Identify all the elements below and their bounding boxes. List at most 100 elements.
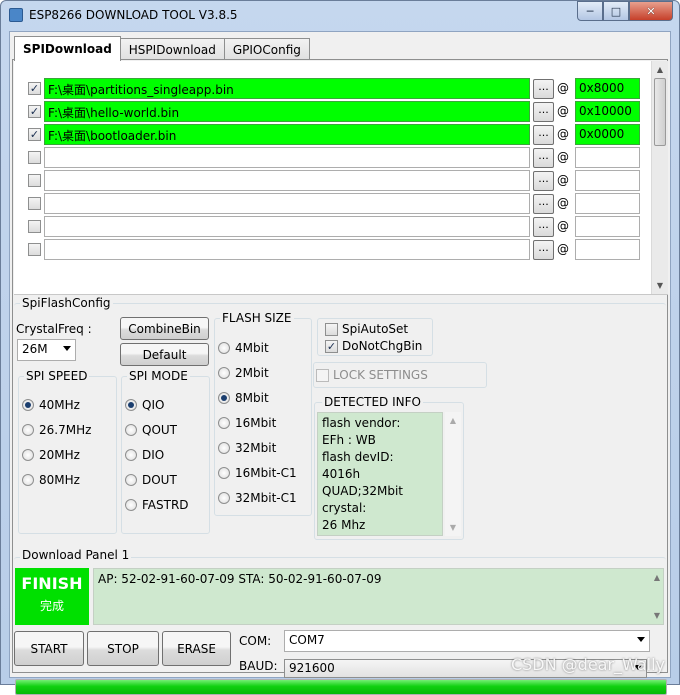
- address-input[interactable]: [575, 147, 640, 168]
- title-bar[interactable]: ESP8266 DOWNLOAD TOOL V3.8.5 ─ □ ✕: [1, 1, 679, 31]
- app-window: ESP8266 DOWNLOAD TOOL V3.8.5 ─ □ ✕ SPIDo…: [0, 0, 680, 695]
- flash-size-radio[interactable]: 32Mbit-C1: [218, 491, 297, 505]
- file-enable-checkbox[interactable]: ✓: [28, 105, 41, 118]
- detected-info-line: 4016h: [322, 467, 361, 481]
- file-row: ✓ F:\桌面\partitions_singleapp.bin... @0x800…: [28, 78, 648, 99]
- browse-button[interactable]: ...: [533, 125, 554, 145]
- flash-size-radio[interactable]: 2Mbit: [218, 366, 269, 380]
- browse-button[interactable]: ...: [533, 102, 554, 122]
- erase-button[interactable]: ERASE: [162, 631, 231, 666]
- file-enable-checkbox[interactable]: ✓: [28, 128, 41, 141]
- radio-icon: [218, 392, 230, 404]
- scroll-down-icon[interactable]: ▼: [652, 277, 668, 294]
- spi-mode-label: SPI MODE: [127, 369, 190, 383]
- address-input[interactable]: 0x10000: [575, 101, 640, 122]
- scroll-down-icon[interactable]: ▼: [445, 519, 461, 536]
- tab-gpioconfig[interactable]: GPIOConfig: [223, 38, 310, 60]
- file-list-scrollbar[interactable]: ▲ ▼: [651, 61, 668, 294]
- file-enable-checkbox[interactable]: [28, 151, 41, 164]
- file-path-input[interactable]: [44, 170, 530, 191]
- flash-size-radio[interactable]: 16Mbit-C1: [218, 466, 297, 480]
- file-path-input[interactable]: F:\桌面\hello-world.bin: [44, 101, 530, 122]
- spi-auto-set-checkbox[interactable]: SpiAutoSet: [325, 322, 408, 336]
- window-title: ESP8266 DOWNLOAD TOOL V3.8.5: [29, 8, 238, 22]
- spi-speed-radio[interactable]: 80MHz: [22, 473, 80, 487]
- browse-button[interactable]: ...: [533, 217, 554, 237]
- radio-icon: [218, 492, 230, 504]
- scroll-up-icon[interactable]: ▲: [652, 61, 668, 78]
- address-input[interactable]: [575, 170, 640, 191]
- file-path-input[interactable]: [44, 216, 530, 237]
- detected-info-text: flash vendor: EFh : WB flash devID: 4016h QU…: [317, 412, 443, 536]
- crystal-freq-value: 26M: [22, 342, 48, 356]
- file-enable-checkbox[interactable]: ✓: [28, 82, 41, 95]
- file-path-input[interactable]: [44, 239, 530, 260]
- spi-mode-option-label: QOUT: [142, 423, 178, 437]
- radio-icon: [125, 424, 137, 436]
- file-path-input[interactable]: F:\桌面\bootloader.bin: [44, 124, 530, 145]
- tab-spidownload[interactable]: SPIDownload: [14, 36, 121, 61]
- address-input[interactable]: 0x0000: [575, 124, 640, 145]
- lock-settings-checkbox[interactable]: LOCK SETTINGS: [316, 368, 428, 382]
- maximize-button[interactable]: □: [603, 1, 629, 21]
- spi-mode-option-label: DIO: [142, 448, 165, 462]
- scroll-up-icon[interactable]: ▲: [650, 569, 664, 586]
- stop-button[interactable]: STOP: [87, 631, 159, 666]
- scroll-up-icon[interactable]: ▲: [445, 412, 461, 429]
- client-area: SPIDownload HSPIDownload GPIOConfig ✓ F:\…: [9, 31, 671, 695]
- flash-size-option-label: 32Mbit: [235, 441, 277, 455]
- at-label: @: [557, 127, 569, 141]
- radio-icon: [125, 449, 137, 461]
- address-input[interactable]: [575, 193, 640, 214]
- file-enable-checkbox[interactable]: [28, 243, 41, 256]
- com-select[interactable]: COM7: [284, 630, 650, 652]
- at-label: @: [557, 242, 569, 256]
- start-button[interactable]: START: [14, 631, 84, 666]
- spi-speed-option-label: 20MHz: [39, 448, 80, 462]
- default-button[interactable]: Default: [120, 343, 209, 366]
- file-path-input[interactable]: [44, 147, 530, 168]
- chevron-down-icon: [63, 346, 71, 351]
- file-enable-checkbox[interactable]: [28, 174, 41, 187]
- detected-info-scrollbar[interactable]: ▲ ▼: [445, 412, 461, 536]
- flash-size-option-label: 8Mbit: [235, 391, 269, 405]
- minimize-button[interactable]: ─: [577, 1, 603, 21]
- browse-button[interactable]: ...: [533, 194, 554, 214]
- status-text: FINISH: [21, 574, 83, 593]
- flash-size-radio[interactable]: 4Mbit: [218, 341, 269, 355]
- scroll-down-icon[interactable]: ▼: [650, 607, 664, 624]
- spi-mode-radio[interactable]: FASTRD: [125, 498, 189, 512]
- address-input[interactable]: [575, 239, 640, 260]
- spi-mode-radio[interactable]: DIO: [125, 448, 164, 462]
- flash-size-radio[interactable]: 32Mbit: [218, 441, 276, 455]
- combine-bin-button[interactable]: CombineBin: [120, 317, 209, 340]
- spi-mode-radio[interactable]: QOUT: [125, 423, 177, 437]
- scroll-thumb[interactable]: [654, 78, 666, 146]
- flash-size-radio[interactable]: 8Mbit: [218, 391, 269, 405]
- browse-button[interactable]: ...: [533, 148, 554, 168]
- file-row: ... @: [28, 239, 648, 260]
- spi-speed-radio[interactable]: 40MHz: [22, 398, 80, 412]
- address-input[interactable]: [575, 216, 640, 237]
- spi-speed-radio[interactable]: 20MHz: [22, 448, 80, 462]
- file-enable-checkbox[interactable]: [28, 197, 41, 210]
- radio-icon: [125, 499, 137, 511]
- file-path-input[interactable]: [44, 193, 530, 214]
- file-enable-checkbox[interactable]: [28, 220, 41, 233]
- tab-hspidownload[interactable]: HSPIDownload: [119, 38, 225, 60]
- close-button[interactable]: ✕: [629, 1, 673, 21]
- browse-button[interactable]: ...: [533, 171, 554, 191]
- flash-size-radio[interactable]: 16Mbit: [218, 416, 276, 430]
- do-not-chg-bin-checkbox[interactable]: ✓ DoNotChgBin: [325, 339, 422, 353]
- browse-button[interactable]: ...: [533, 79, 554, 99]
- crystal-freq-select[interactable]: 26M: [17, 339, 76, 361]
- spi-mode-radio[interactable]: DOUT: [125, 473, 177, 487]
- detected-info-line: flash devID:: [322, 450, 394, 464]
- file-path-input[interactable]: F:\桌面\partitions_singleapp.bin: [44, 78, 530, 99]
- address-input[interactable]: 0x8000: [575, 78, 640, 99]
- flash-size-option-label: 16Mbit: [235, 416, 277, 430]
- spi-speed-radio[interactable]: 26.7MHz: [22, 423, 91, 437]
- spi-mode-radio[interactable]: QIO: [125, 398, 164, 412]
- log-scrollbar[interactable]: ▲ ▼: [650, 569, 664, 624]
- browse-button[interactable]: ...: [533, 240, 554, 260]
